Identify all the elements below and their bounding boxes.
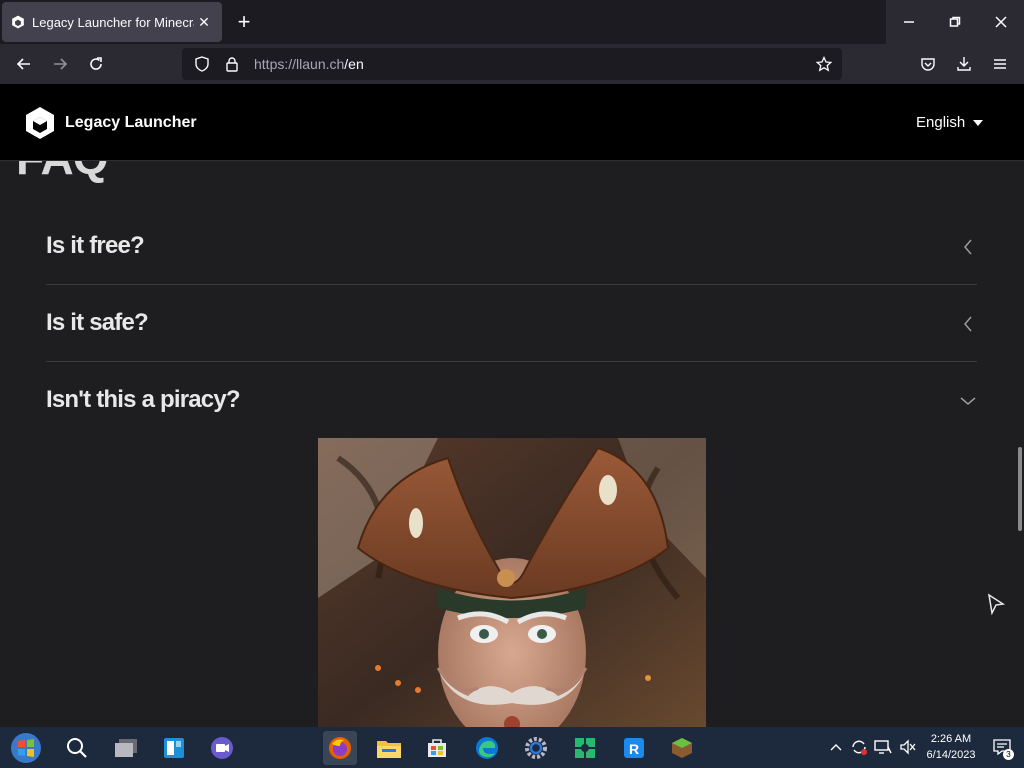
- pocket-icon[interactable]: [914, 50, 942, 78]
- close-tab-icon[interactable]: ✕: [194, 12, 214, 32]
- minimize-button[interactable]: [886, 0, 932, 44]
- downloads-icon[interactable]: [950, 50, 978, 78]
- address-bar[interactable]: https://llaun.ch/en: [182, 48, 842, 80]
- network-icon[interactable]: [873, 737, 893, 757]
- restore-button[interactable]: [932, 0, 978, 44]
- reload-button[interactable]: [82, 50, 110, 78]
- taskbar-clock[interactable]: 2:26 AM 6/14/2023: [920, 731, 982, 763]
- url-text: https://llaun.ch/en: [254, 56, 364, 72]
- tab-title: Legacy Launcher for Minecraft: [32, 14, 194, 30]
- minecraft-icon[interactable]: [665, 731, 699, 765]
- firefox-icon[interactable]: [323, 731, 357, 765]
- legacy-launcher-favicon-icon: [10, 14, 26, 30]
- caret-down-icon: [973, 119, 984, 126]
- faq-heading: FAQ: [16, 161, 109, 185]
- app-blue-icon[interactable]: R: [617, 731, 651, 765]
- task-view-icon[interactable]: [109, 731, 143, 765]
- microsoft-store-icon[interactable]: [420, 731, 454, 765]
- chevron-left-icon: [959, 315, 977, 333]
- edge-icon[interactable]: [470, 731, 504, 765]
- faq-item-safe[interactable]: Is it safe?: [46, 285, 977, 362]
- app-green-icon[interactable]: [568, 731, 602, 765]
- faq-question: Is it safe?: [46, 309, 149, 336]
- lock-icon[interactable]: [220, 52, 244, 76]
- browser-tab[interactable]: Legacy Launcher for Minecraft ✕: [2, 2, 222, 42]
- file-explorer-icon[interactable]: [372, 731, 406, 765]
- faq-question: Isn't this a piracy?: [46, 386, 241, 413]
- close-window-button[interactable]: [978, 0, 1024, 44]
- teams-chat-icon[interactable]: [205, 731, 239, 765]
- menu-hamburger-icon[interactable]: [986, 50, 1014, 78]
- language-selector[interactable]: English: [916, 114, 984, 131]
- settings-icon[interactable]: [519, 731, 553, 765]
- windows-taskbar: R 2:26 AM 6/14/2023 3: [0, 727, 1024, 768]
- page-scrollbar-thumb[interactable]: [1018, 447, 1022, 531]
- forward-button[interactable]: [46, 50, 74, 78]
- language-label: English: [916, 114, 966, 131]
- site-header: Legacy Launcher English: [0, 84, 1024, 161]
- bookmark-star-icon[interactable]: [812, 52, 836, 76]
- chevron-up-icon[interactable]: [826, 737, 846, 757]
- pirate-meme-image: [318, 438, 706, 727]
- legacy-launcher-logo-icon[interactable]: [25, 106, 55, 140]
- chevron-left-icon: [959, 238, 977, 256]
- faq-item-piracy[interactable]: Isn't this a piracy?: [46, 362, 977, 439]
- mouse-cursor-icon: [987, 593, 1006, 615]
- clock-date: 6/14/2023: [926, 749, 976, 761]
- page-content: FAQ Is it free? Is it safe? Isn't this a…: [0, 161, 1024, 727]
- tracking-protection-shield-icon[interactable]: [190, 52, 214, 76]
- clock-time: 2:26 AM: [930, 733, 972, 745]
- back-button[interactable]: [10, 50, 38, 78]
- tab-bar: Legacy Launcher for Minecraft ✕ +: [0, 0, 1024, 44]
- svg-text:R: R: [629, 741, 639, 757]
- site-brand-name[interactable]: Legacy Launcher: [65, 114, 197, 132]
- faq-item-free[interactable]: Is it free?: [46, 208, 977, 285]
- windows-start-icon[interactable]: [9, 731, 43, 765]
- widgets-icon[interactable]: [157, 731, 191, 765]
- volume-muted-icon[interactable]: [898, 737, 918, 757]
- search-icon[interactable]: [60, 731, 94, 765]
- new-tab-button[interactable]: +: [230, 8, 258, 36]
- notification-count-badge: 3: [1003, 749, 1014, 760]
- sync-icon[interactable]: [849, 737, 869, 757]
- chevron-down-icon: [959, 392, 977, 410]
- navigation-toolbar: https://llaun.ch/en: [0, 44, 1024, 84]
- faq-question: Is it free?: [46, 232, 145, 259]
